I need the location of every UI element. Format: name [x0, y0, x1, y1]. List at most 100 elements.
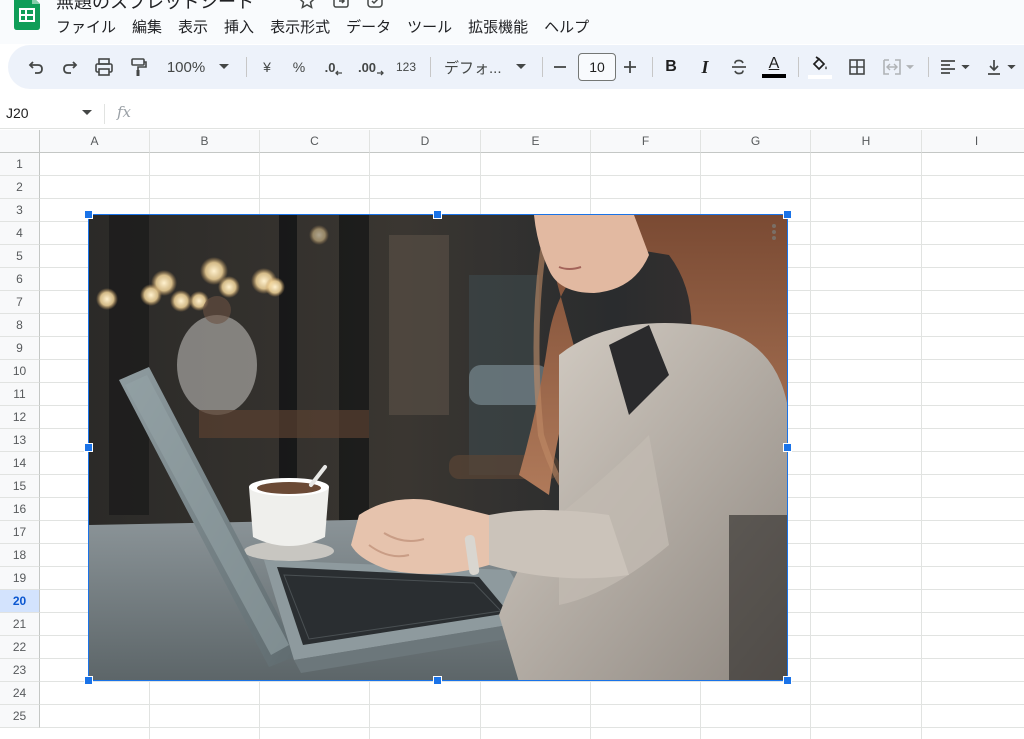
row-header-20[interactable]: 20	[0, 590, 40, 613]
align-bottom-icon	[987, 60, 1000, 75]
cloud-status-icon[interactable]	[366, 0, 384, 14]
row-header-8[interactable]: 8	[0, 314, 40, 337]
increase-font-size-button[interactable]	[618, 53, 642, 81]
percent-format-button[interactable]: %	[286, 53, 312, 81]
font-family-select[interactable]: デフォ...	[438, 53, 530, 81]
column-header-b[interactable]: B	[150, 130, 260, 153]
column-gridline	[810, 153, 811, 739]
embedded-image[interactable]	[88, 214, 788, 681]
font-size-input[interactable]: 10	[578, 53, 616, 81]
column-header-c[interactable]: C	[260, 130, 370, 153]
decrease-decimal-button[interactable]: .0	[320, 53, 348, 81]
row-header-10[interactable]: 10	[0, 360, 40, 383]
row-header-22[interactable]: 22	[0, 636, 40, 659]
row-header-19[interactable]: 19	[0, 567, 40, 590]
row-header-9[interactable]: 9	[0, 337, 40, 360]
strikethrough-icon	[732, 59, 746, 75]
fill-color-button[interactable]	[806, 53, 834, 81]
row-header-1[interactable]: 1	[0, 153, 40, 176]
row-header-21[interactable]: 21	[0, 613, 40, 636]
borders-button[interactable]	[844, 53, 870, 81]
star-icon[interactable]	[298, 0, 316, 14]
row-header-5[interactable]: 5	[0, 245, 40, 268]
paint-format-button[interactable]	[124, 53, 152, 81]
vertical-align-button[interactable]	[980, 53, 1020, 81]
row-header-12[interactable]: 12	[0, 406, 40, 429]
row-header-4[interactable]: 4	[0, 222, 40, 245]
row-header-24[interactable]: 24	[0, 682, 40, 705]
row-header-13[interactable]: 13	[0, 429, 40, 452]
name-box[interactable]: J20	[6, 105, 29, 121]
print-button[interactable]	[90, 53, 118, 81]
resize-handle-top-right[interactable]	[783, 210, 792, 219]
row-header-11[interactable]: 11	[0, 383, 40, 406]
photo-woman-laptop-cafe	[89, 215, 787, 680]
column-header-d[interactable]: D	[370, 130, 481, 153]
bold-button[interactable]: B	[658, 53, 684, 81]
menu-view[interactable]: 表示	[170, 14, 216, 39]
currency-format-button[interactable]: ¥	[254, 53, 280, 81]
strikethrough-button[interactable]	[726, 53, 752, 81]
text-color-button[interactable]: A	[760, 53, 788, 81]
fill-color-swatch	[808, 74, 832, 79]
row-header-16[interactable]: 16	[0, 498, 40, 521]
resize-handle-bottom[interactable]	[433, 676, 442, 685]
resize-handle-bottom-left[interactable]	[84, 676, 93, 685]
merge-cells-button[interactable]	[876, 53, 920, 81]
column-header-a[interactable]: A	[40, 130, 150, 153]
zoom-select[interactable]: 100%	[162, 53, 234, 81]
increase-decimal-button[interactable]: .00	[356, 53, 386, 81]
spreadsheet-grid: ABCDEFGHI 1 2 3 4 5 6 7 8 9 10 11 12 13 14 15 16 17 18 19 2…	[0, 130, 1024, 739]
chevron-down-icon	[219, 64, 230, 69]
select-all-corner[interactable]	[0, 130, 40, 153]
resize-handle-bottom-right[interactable]	[783, 676, 792, 685]
undo-button[interactable]	[22, 53, 50, 81]
row-header-25[interactable]: 25	[0, 705, 40, 728]
row-header-23[interactable]: 23	[0, 659, 40, 682]
resize-handle-top[interactable]	[433, 210, 442, 219]
column-header-i[interactable]: I	[922, 130, 1024, 153]
minus-icon	[554, 66, 566, 68]
sheets-logo-icon[interactable]	[12, 0, 42, 30]
column-header-h[interactable]: H	[811, 130, 922, 153]
menu-extensions[interactable]: 拡張機能	[460, 14, 536, 39]
menu-format[interactable]: 表示形式	[262, 14, 338, 39]
paint-bucket-icon	[812, 55, 827, 70]
resize-handle-left[interactable]	[84, 443, 93, 452]
menu-help[interactable]: ヘルプ	[536, 14, 597, 39]
row-header-7[interactable]: 7	[0, 291, 40, 314]
column-gridline	[921, 153, 922, 739]
chevron-down-icon	[515, 64, 526, 69]
resize-handle-right[interactable]	[783, 443, 792, 452]
more-formats-button[interactable]: 123	[392, 53, 420, 81]
row-header-15[interactable]: 15	[0, 475, 40, 498]
plus-icon	[624, 61, 636, 73]
resize-handle-top-left[interactable]	[84, 210, 93, 219]
chevron-down-icon	[1006, 64, 1016, 69]
chevron-down-icon[interactable]	[82, 110, 92, 116]
arrow-left-icon	[335, 70, 343, 76]
move-to-folder-icon[interactable]	[332, 0, 350, 14]
document-title[interactable]: 無題のスプレッドシート	[56, 0, 254, 14]
row-header-17[interactable]: 17	[0, 521, 40, 544]
row-header-6[interactable]: 6	[0, 268, 40, 291]
menu-edit[interactable]: 編集	[124, 14, 170, 39]
column-header-g[interactable]: G	[701, 130, 811, 153]
redo-button[interactable]	[56, 53, 84, 81]
more-vertical-icon[interactable]	[771, 223, 777, 241]
formula-input[interactable]	[150, 103, 1010, 125]
column-header-e[interactable]: E	[481, 130, 591, 153]
row-header-3[interactable]: 3	[0, 199, 40, 222]
menu-data[interactable]: データ	[338, 14, 399, 39]
column-header-f[interactable]: F	[591, 130, 701, 153]
italic-button[interactable]: I	[692, 53, 718, 81]
menu-insert[interactable]: 挿入	[216, 14, 262, 39]
decrease-font-size-button[interactable]	[548, 53, 572, 81]
row-header-18[interactable]: 18	[0, 544, 40, 567]
menu-tools[interactable]: ツール	[399, 14, 460, 39]
fx-icon: fx	[117, 103, 132, 121]
row-header-14[interactable]: 14	[0, 452, 40, 475]
horizontal-align-button[interactable]	[934, 53, 974, 81]
menu-file[interactable]: ファイル	[48, 14, 124, 39]
row-header-2[interactable]: 2	[0, 176, 40, 199]
